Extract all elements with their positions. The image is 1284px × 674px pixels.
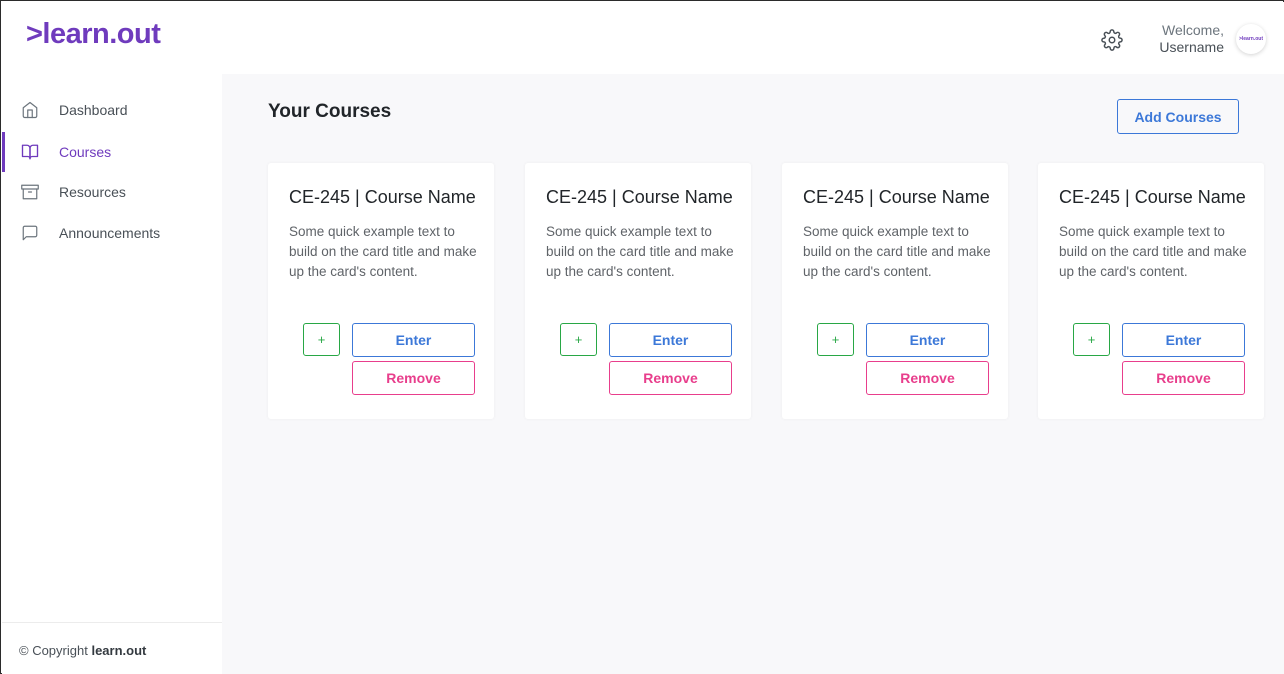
course-card: CE-245 | Course Name Some quick example … bbox=[1038, 163, 1264, 419]
message-square-icon bbox=[22, 225, 38, 241]
sidebar-footer: © Copyright learn.out bbox=[2, 622, 222, 674]
top-bar: >learn.out Welcome, Username >learn.out bbox=[2, 2, 1284, 74]
enter-button[interactable]: Enter bbox=[352, 323, 475, 357]
avatar-logo: >learn.out bbox=[1238, 36, 1264, 42]
card-title: CE-245 | Course Name bbox=[803, 187, 990, 207]
add-button[interactable]: + bbox=[560, 323, 597, 356]
course-card: CE-245 | Course Name Some quick example … bbox=[782, 163, 1008, 419]
remove-button[interactable]: Remove bbox=[866, 361, 989, 395]
add-courses-button[interactable]: Add Courses bbox=[1117, 99, 1239, 134]
enter-button[interactable]: Enter bbox=[866, 323, 989, 357]
remove-button[interactable]: Remove bbox=[609, 361, 732, 395]
course-card: CE-245 | Course Name Some quick example … bbox=[525, 163, 751, 419]
enter-button[interactable]: Enter bbox=[609, 323, 732, 357]
sidebar-item-label: Courses bbox=[59, 144, 112, 160]
avatar[interactable]: >learn.out bbox=[1236, 24, 1266, 54]
card-title: CE-245 | Course Name bbox=[546, 187, 733, 207]
card-text: Some quick example text to build on the … bbox=[1059, 224, 1247, 279]
add-button[interactable]: + bbox=[817, 323, 854, 356]
copyright-text: © Copyright bbox=[19, 643, 88, 658]
remove-button[interactable]: Remove bbox=[1122, 361, 1245, 395]
remove-button[interactable]: Remove bbox=[352, 361, 475, 395]
copyright-brand: learn.out bbox=[91, 643, 147, 658]
main-content: Your Courses Add Courses CE-245 | Course… bbox=[222, 74, 1284, 674]
username: Username bbox=[1159, 39, 1224, 55]
archive-icon bbox=[21, 184, 39, 200]
sidebar: Dashboard Courses Resources Announcement… bbox=[2, 74, 222, 674]
sidebar-item-resources[interactable]: Resources bbox=[2, 172, 222, 212]
sidebar-item-announcements[interactable]: Announcements bbox=[2, 213, 222, 253]
sidebar-item-label: Resources bbox=[59, 184, 126, 200]
card-title: CE-245 | Course Name bbox=[1059, 187, 1246, 207]
sidebar-item-label: Announcements bbox=[59, 225, 161, 241]
home-icon bbox=[22, 101, 38, 119]
course-card: CE-245 | Course Name Some quick example … bbox=[268, 163, 494, 419]
sidebar-item-courses[interactable]: Courses bbox=[2, 132, 222, 172]
logo[interactable]: >learn.out bbox=[26, 18, 161, 51]
card-text: Some quick example text to build on the … bbox=[803, 224, 991, 279]
gear-icon[interactable] bbox=[1101, 29, 1123, 51]
card-text: Some quick example text to build on the … bbox=[289, 224, 477, 279]
welcome-block: Welcome, Username bbox=[1159, 22, 1224, 56]
add-button[interactable]: + bbox=[1073, 323, 1110, 356]
page-title: Your Courses bbox=[268, 101, 392, 122]
sidebar-item-dashboard[interactable]: Dashboard bbox=[2, 90, 222, 130]
welcome-text: Welcome, bbox=[1162, 22, 1224, 38]
sidebar-item-label: Dashboard bbox=[59, 102, 128, 118]
book-open-icon bbox=[21, 144, 39, 160]
card-title: CE-245 | Course Name bbox=[289, 187, 476, 207]
card-text: Some quick example text to build on the … bbox=[546, 224, 734, 279]
add-button[interactable]: + bbox=[303, 323, 340, 356]
app-window: >learn.out Welcome, Username >learn.out … bbox=[0, 0, 1284, 674]
enter-button[interactable]: Enter bbox=[1122, 323, 1245, 357]
